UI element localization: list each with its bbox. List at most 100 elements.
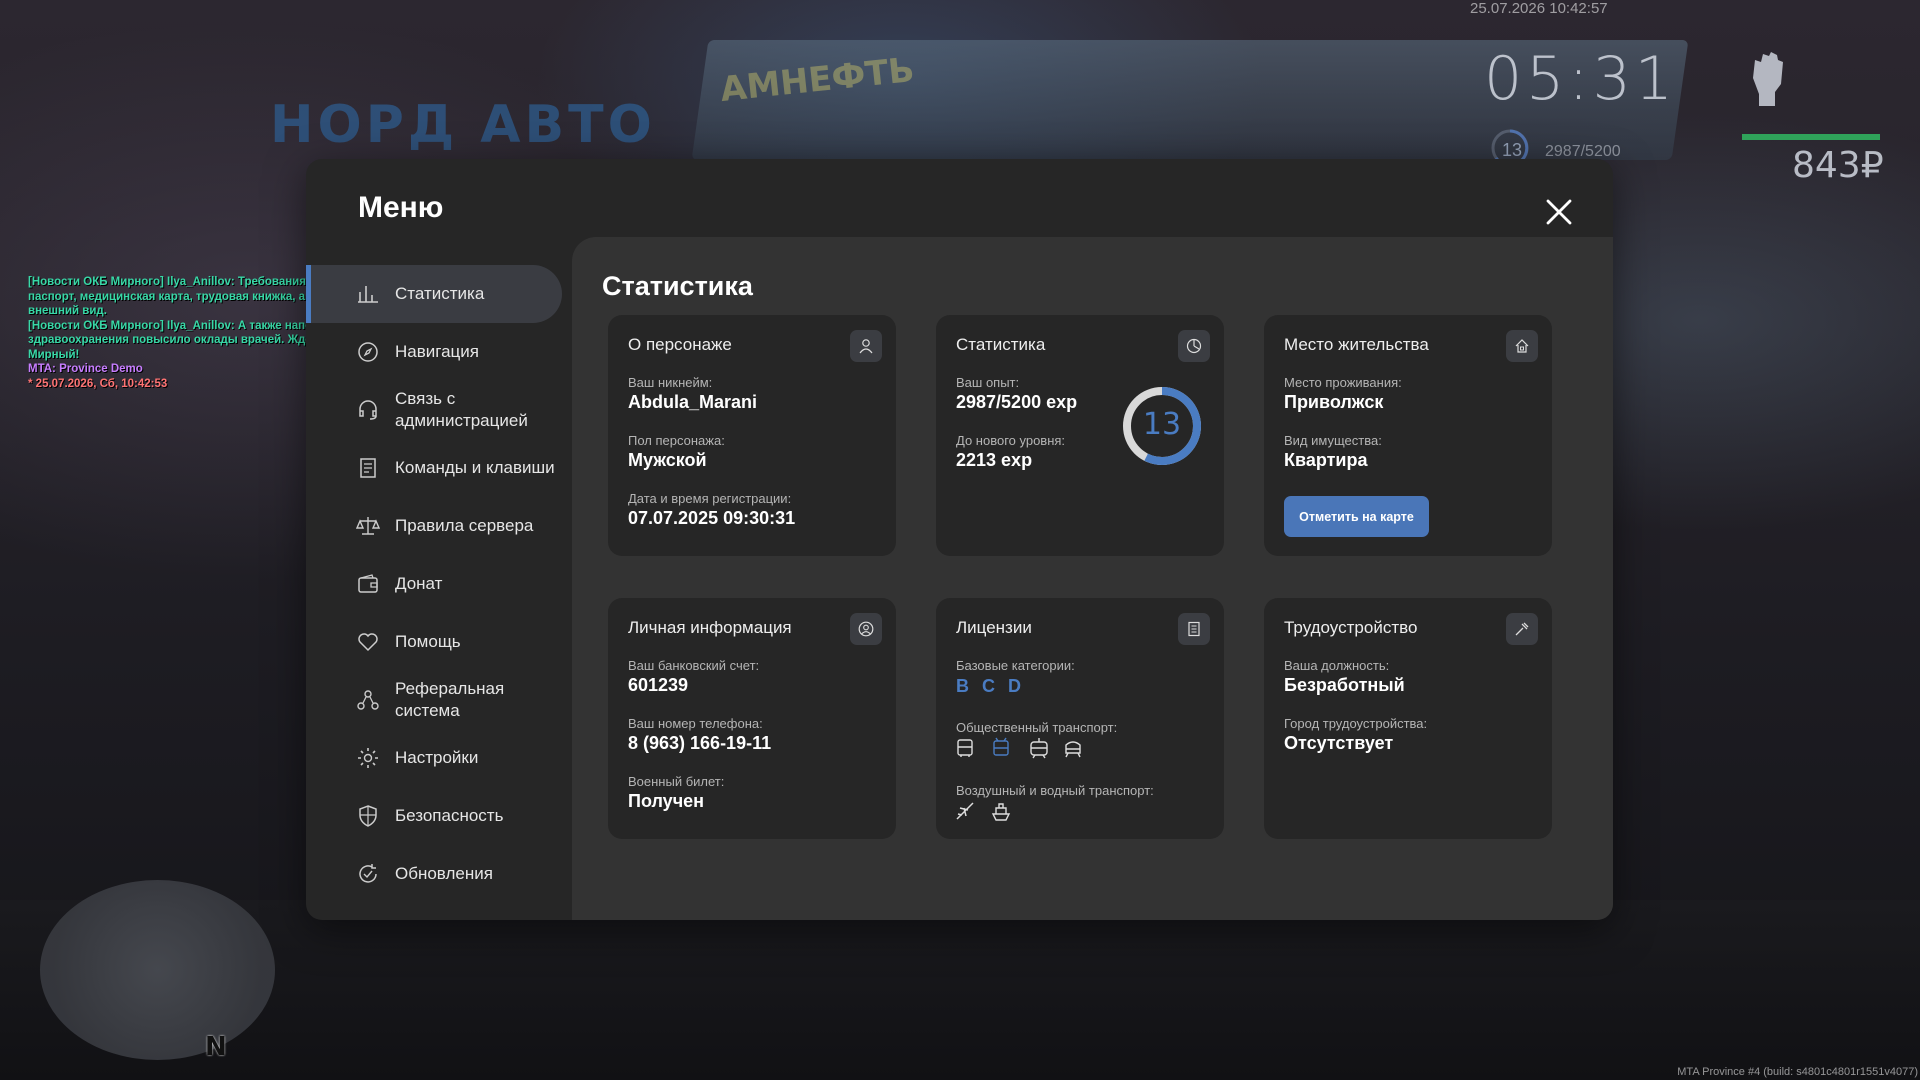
hud-datetime: 25.07.2026 10:42:57 xyxy=(1470,0,1608,17)
military-id-value: Получен xyxy=(628,791,705,811)
heart-hands-icon xyxy=(358,633,378,652)
card-icon-container xyxy=(1506,613,1538,645)
registration-label: Дата и время регистрации: xyxy=(628,491,792,506)
exp-label: Ваш опыт: xyxy=(956,375,1020,390)
content-panel: Статистика О персонаже Ваш никнейм: Abdu… xyxy=(572,237,1613,920)
tram-icon xyxy=(1030,738,1048,759)
sidebar-item-rules[interactable]: Правила сервера xyxy=(306,497,562,555)
card-title: Личная информация xyxy=(628,618,792,637)
hud-level: 13 xyxy=(1502,140,1523,160)
pie-chart-icon xyxy=(1186,338,1202,354)
sidebar-item-label: Помощь xyxy=(395,632,461,651)
nickname-label: Ваш никнейм: xyxy=(628,375,713,390)
compass-icon xyxy=(358,342,378,362)
sidebar-item-label: Навигация xyxy=(395,342,479,361)
next-level-label: До нового уровня: xyxy=(956,433,1066,448)
nickname-value: Abdula_Marani xyxy=(628,392,758,412)
headset-icon xyxy=(359,400,377,420)
bus-icon xyxy=(957,739,973,757)
next-level-value: 2213 exp xyxy=(956,450,1033,470)
card-icon-container xyxy=(1178,613,1210,645)
card-title: Статистика xyxy=(956,335,1046,354)
sidebar-item-admin-contact[interactable]: Связь с администрацией xyxy=(306,381,562,439)
card-title: Трудоустройство xyxy=(1284,618,1418,637)
category-d: D xyxy=(1008,676,1021,696)
job-position-value: Безработный xyxy=(1284,675,1405,695)
sidebar-item-label: Команды и клавиши xyxy=(395,458,555,477)
user-circle-icon xyxy=(858,621,874,637)
job-position-label: Ваша должность: xyxy=(1284,658,1390,673)
sidebar-item-label: Связь с администрацией xyxy=(395,389,528,430)
bank-account-label: Ваш банковский счет: xyxy=(628,658,760,673)
public-transport-label: Общественный транспорт: xyxy=(956,720,1118,735)
hud-clock: 05:31 xyxy=(1484,44,1677,114)
sidebar-item-label: Донат xyxy=(395,574,443,593)
sidebar-item-help[interactable]: Помощь xyxy=(306,613,562,671)
sidebar-item-label: Безопасность xyxy=(395,806,504,825)
residence-place-label: Место проживания: xyxy=(1284,375,1402,390)
background-sign: НОРД АВТО xyxy=(270,95,656,155)
road xyxy=(0,900,1920,1080)
gear-icon xyxy=(358,748,378,768)
base-categories-label: Базовые категории: xyxy=(956,658,1075,673)
card-personal-info: Личная информация Ваш банковский счет: 6… xyxy=(608,598,896,839)
residence-place-value: Приволжск xyxy=(1284,392,1384,412)
plane-icon xyxy=(956,802,974,820)
sidebar-item-donate[interactable]: Донат xyxy=(306,555,562,613)
house-icon xyxy=(1515,339,1529,353)
license-card-icon xyxy=(1188,621,1200,637)
phone-value: 8 (963) 166-19-11 xyxy=(628,733,772,753)
referral-icon xyxy=(357,690,379,710)
sidebar-item-label: Обновления xyxy=(395,864,493,883)
sidebar-item-navigation[interactable]: Навигация xyxy=(306,323,562,381)
minimap xyxy=(40,880,275,1060)
sidebar-item-security[interactable]: Безопасность xyxy=(306,787,562,845)
hammer-icon xyxy=(1515,622,1529,636)
sidebar-item-settings[interactable]: Настройки xyxy=(306,729,562,787)
property-type-label: Вид имущества: xyxy=(1284,433,1382,448)
sidebar-item-commands[interactable]: Команды и клавиши xyxy=(306,439,562,497)
card-employment: Трудоустройство Ваша должность: Безработ… xyxy=(1264,598,1552,839)
sidebar-item-label: Настройки xyxy=(395,748,479,767)
exp-value: 2987/5200 exp xyxy=(956,392,1078,412)
gender-label: Пол персонажа: xyxy=(628,433,725,448)
scales-icon xyxy=(356,517,380,535)
card-icon-container xyxy=(1506,330,1538,362)
bank-account-value: 601239 xyxy=(628,675,689,695)
wallet-icon xyxy=(358,574,378,593)
content-title: Статистика xyxy=(602,271,753,301)
sidebar-item-label: Статистика xyxy=(395,284,485,303)
phone-label: Ваш номер телефона: xyxy=(628,716,763,731)
shield-icon xyxy=(359,805,377,827)
category-c: C xyxy=(982,676,995,696)
health-bar xyxy=(1742,134,1880,140)
hud-money: 843₽ xyxy=(1792,145,1884,186)
chart-icon xyxy=(358,286,378,303)
card-residence: Место жительства Место проживания: Приво… xyxy=(1264,315,1552,556)
card-icon-container xyxy=(1178,330,1210,362)
sidebar-item-label: Реферальная система xyxy=(395,679,505,720)
refresh-icon xyxy=(359,864,377,883)
menu-title: Меню xyxy=(358,191,444,224)
close-icon[interactable] xyxy=(1541,194,1577,230)
sidebar-item-updates[interactable]: Обновления xyxy=(306,845,562,903)
job-city-value: Отсутствует xyxy=(1284,733,1394,753)
card-statistics: Статистика Ваш опыт: 2987/5200 exp До но… xyxy=(936,315,1224,556)
sidebar-item-referral[interactable]: Реферальная система xyxy=(306,671,562,729)
menu-window: Меню Статистика Навигация Связь с админи… xyxy=(306,159,1613,920)
job-city-label: Город трудоустройства: xyxy=(1284,716,1428,731)
property-type-value: Квартира xyxy=(1284,450,1368,470)
minimap-north-marker: N xyxy=(205,1032,227,1062)
air-water-transport-label: Воздушный и водный транспорт: xyxy=(956,783,1154,798)
card-icon-container xyxy=(850,330,882,362)
category-b: B xyxy=(956,676,969,696)
mark-on-map-button[interactable]: Отметить на карте xyxy=(1284,496,1429,537)
sidebar-item-statistics[interactable]: Статистика xyxy=(306,265,562,323)
build-info: MTA Province #4 (build: s4801c4801r1551v… xyxy=(1677,1066,1918,1078)
card-icon-container xyxy=(850,613,882,645)
train-icon xyxy=(1065,741,1081,758)
military-id-label: Военный билет: xyxy=(628,774,725,789)
sidebar-item-label: Правила сервера xyxy=(395,516,534,535)
user-icon xyxy=(859,339,873,354)
fist-icon xyxy=(1753,52,1783,106)
